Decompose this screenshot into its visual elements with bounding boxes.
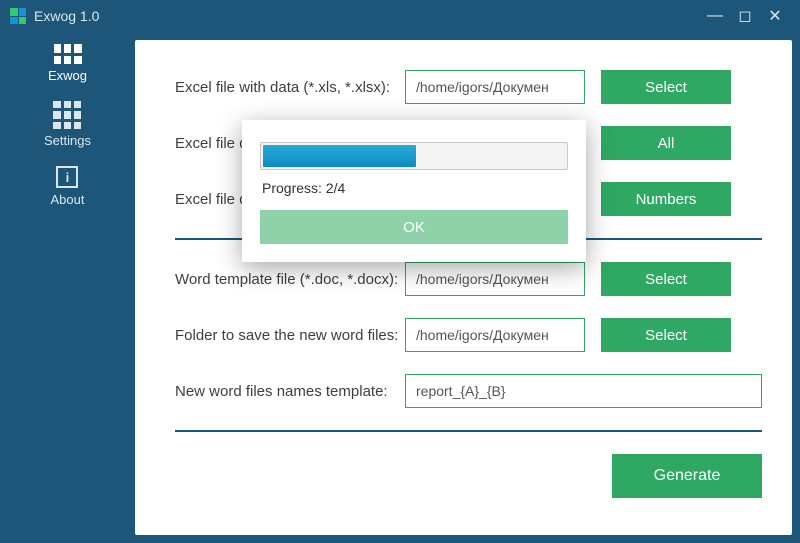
ok-button[interactable]: OK (260, 210, 568, 244)
input-filename-template[interactable] (405, 374, 762, 408)
close-button[interactable]: ✕ (760, 6, 790, 26)
sidebar-item-settings[interactable]: Settings (44, 101, 91, 148)
app-logo-icon (10, 8, 26, 24)
sidebar-item-label: Exwog (48, 68, 87, 83)
app-window: Exwog 1.0 — ◻ ✕ Exwog Settings i About E… (0, 0, 800, 543)
input-word-template[interactable] (405, 262, 585, 296)
sidebar-item-exwog[interactable]: Exwog (48, 44, 87, 83)
label-word-template: Word template file (*.doc, *.docx): (175, 271, 405, 288)
minimize-button[interactable]: — (700, 7, 730, 25)
info-icon: i (56, 166, 78, 188)
label-filename-template: New word files names template: (175, 383, 405, 400)
grid-icon (54, 44, 82, 64)
titlebar: Exwog 1.0 — ◻ ✕ (0, 0, 800, 32)
sidebar-item-label: About (51, 192, 85, 207)
settings-icon (53, 101, 81, 129)
sidebar: Exwog Settings i About (0, 32, 135, 543)
sidebar-item-about[interactable]: i About (51, 166, 85, 207)
select-template-button[interactable]: Select (601, 262, 731, 296)
label-excel-file: Excel file with data (*.xls, *.xlsx): (175, 79, 405, 96)
generate-button[interactable]: Generate (612, 454, 762, 498)
progress-fill (263, 145, 416, 167)
select-excel-button[interactable]: Select (601, 70, 731, 104)
all-button[interactable]: All (601, 126, 731, 160)
divider (175, 430, 762, 432)
input-excel-file[interactable] (405, 70, 585, 104)
window-title: Exwog 1.0 (34, 8, 99, 24)
progress-dialog: Progress: 2/4 OK (242, 120, 586, 262)
sidebar-item-label: Settings (44, 133, 91, 148)
label-save-folder: Folder to save the new word files: (175, 327, 405, 344)
numbers-button[interactable]: Numbers (601, 182, 731, 216)
input-save-folder[interactable] (405, 318, 585, 352)
maximize-button[interactable]: ◻ (730, 6, 760, 26)
main-panel: Excel file with data (*.xls, *.xlsx): Se… (135, 40, 792, 535)
progress-bar (260, 142, 568, 170)
progress-text: Progress: 2/4 (262, 180, 568, 196)
select-folder-button[interactable]: Select (601, 318, 731, 352)
